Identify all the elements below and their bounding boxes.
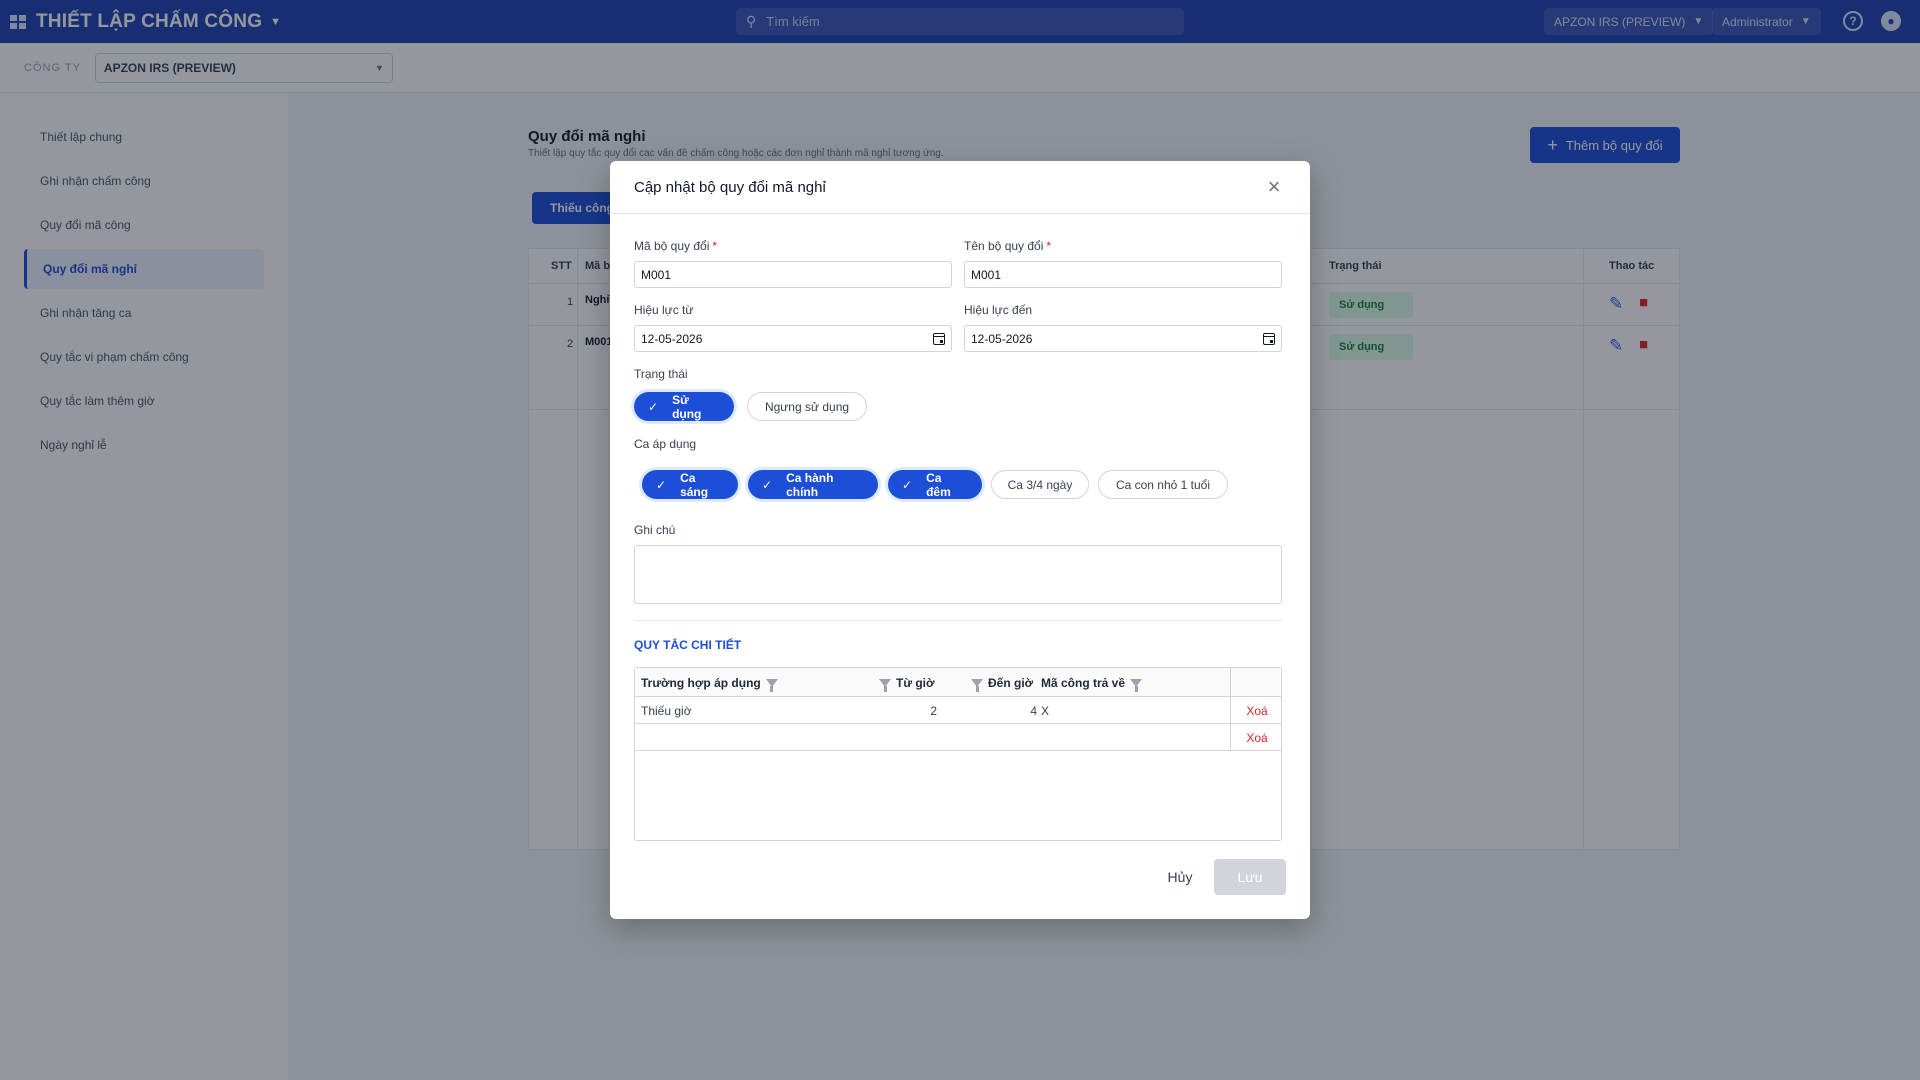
status-option-active[interactable]: ✓ Sử dụng bbox=[634, 392, 734, 421]
header-from-hour-label: Từ giờ bbox=[896, 675, 935, 690]
dialog-header: Cập nhật bộ quy đổi mã nghỉ × bbox=[610, 161, 1310, 214]
header-to-hour[interactable]: Đến giờ bbox=[971, 668, 1033, 697]
shift-option-morning[interactable]: ✓ Ca sáng bbox=[642, 470, 738, 499]
header-to-hour-label: Đến giờ bbox=[988, 675, 1034, 690]
check-icon: ✓ bbox=[656, 477, 667, 492]
cell-to-hour[interactable] bbox=[975, 724, 1037, 751]
note-textarea[interactable] bbox=[634, 545, 1282, 604]
filter-icon[interactable] bbox=[765, 678, 778, 692]
filter-icon[interactable] bbox=[879, 678, 891, 692]
required-mark: * bbox=[1046, 239, 1052, 253]
header-case-label: Trường hợp áp dụng bbox=[641, 675, 761, 690]
calendar-icon[interactable] bbox=[933, 332, 945, 345]
close-icon[interactable]: × bbox=[1262, 174, 1286, 199]
valid-to-date-input[interactable]: 12-05-2026 bbox=[964, 325, 1282, 352]
valid-from-label: Hiệu lực từ bbox=[634, 303, 694, 317]
code-label: Mã bộ quy đổi * bbox=[634, 239, 717, 253]
status-label: Trạng thái bbox=[634, 367, 688, 381]
valid-from-date-input[interactable]: 12-05-2026 bbox=[634, 325, 952, 352]
valid-to-value: 12-05-2026 bbox=[971, 331, 1033, 346]
shift-option-child-care[interactable]: Ca con nhỏ 1 tuổi bbox=[1098, 470, 1228, 499]
delete-row-label: Xoá bbox=[1246, 703, 1268, 718]
delete-row-link[interactable]: Xoá bbox=[1231, 724, 1281, 751]
shift-option-label: Ca đêm bbox=[926, 470, 951, 499]
shift-option-label: Ca 3/4 ngày bbox=[1007, 477, 1073, 492]
valid-from-value: 12-05-2026 bbox=[641, 331, 703, 346]
grid-header: Trường hợp áp dụng Từ giờ Đến giờ Mã côn… bbox=[635, 668, 1281, 697]
table-row[interactable]: Thiếu giờ 2 4 X Xoá bbox=[635, 697, 1281, 724]
required-mark: * bbox=[712, 239, 718, 253]
cancel-button[interactable]: Hủy bbox=[1150, 859, 1210, 895]
status-option-inactive[interactable]: Ngưng sử dụng bbox=[747, 392, 867, 421]
cell-to-hour[interactable]: 4 bbox=[975, 697, 1037, 724]
cell-case[interactable]: Thiếu giờ bbox=[641, 697, 692, 724]
note-label: Ghi chú bbox=[634, 523, 676, 537]
cell-from-hour[interactable]: 2 bbox=[885, 697, 937, 724]
shift-option-label: Ca sáng bbox=[680, 470, 709, 499]
filter-icon[interactable] bbox=[1130, 678, 1143, 692]
header-from-hour[interactable]: Từ giờ bbox=[879, 668, 935, 697]
delete-row-link[interactable]: Xoá bbox=[1231, 697, 1281, 724]
check-icon: ✓ bbox=[762, 477, 773, 492]
shift-option-label: Ca con nhỏ 1 tuổi bbox=[1115, 477, 1211, 492]
dialog-title: Cập nhật bộ quy đổi mã nghỉ bbox=[634, 178, 826, 196]
shift-label: Ca áp dụng bbox=[634, 437, 697, 451]
save-button[interactable]: Lưu bbox=[1214, 859, 1286, 895]
name-label: Tên bộ quy đổi * bbox=[964, 239, 1051, 253]
status-option-label: Ngưng sử dụng bbox=[764, 399, 850, 414]
header-return-code[interactable]: Mã công trả về bbox=[1041, 668, 1143, 697]
filter-icon[interactable] bbox=[971, 678, 983, 692]
code-label-text: Mã bộ quy đổi bbox=[634, 239, 710, 253]
check-icon: ✓ bbox=[902, 477, 913, 492]
detail-rules-title: QUY TẮC CHI TIẾT bbox=[634, 638, 742, 652]
valid-to-label: Hiệu lực đến bbox=[964, 303, 1033, 317]
code-input[interactable]: M001 bbox=[634, 261, 952, 288]
shift-option-label: Ca hành chính bbox=[786, 470, 834, 499]
header-return-code-label: Mã công trả về bbox=[1041, 675, 1126, 690]
check-icon: ✓ bbox=[648, 399, 659, 414]
detail-rules-grid: Trường hợp áp dụng Từ giờ Đến giờ Mã côn… bbox=[634, 667, 1282, 841]
status-option-label: Sử dụng bbox=[672, 392, 702, 421]
update-converter-dialog: Cập nhật bộ quy đổi mã nghỉ × Mã bộ quy … bbox=[610, 161, 1310, 919]
cell-from-hour[interactable] bbox=[885, 724, 937, 751]
name-label-text: Tên bộ quy đổi bbox=[964, 239, 1044, 253]
shift-option-three-quarter[interactable]: Ca 3/4 ngày bbox=[991, 470, 1089, 499]
shift-option-office[interactable]: ✓ Ca hành chính bbox=[748, 470, 878, 499]
cell-return-code[interactable]: X bbox=[1041, 697, 1049, 724]
section-divider bbox=[634, 620, 1282, 621]
header-case[interactable]: Trường hợp áp dụng bbox=[641, 668, 778, 697]
calendar-icon[interactable] bbox=[1263, 332, 1275, 345]
delete-row-label: Xoá bbox=[1246, 730, 1268, 745]
shift-option-night[interactable]: ✓ Ca đêm bbox=[888, 470, 982, 499]
table-row[interactable]: Xoá bbox=[635, 724, 1281, 751]
name-input[interactable]: M001 bbox=[964, 261, 1282, 288]
